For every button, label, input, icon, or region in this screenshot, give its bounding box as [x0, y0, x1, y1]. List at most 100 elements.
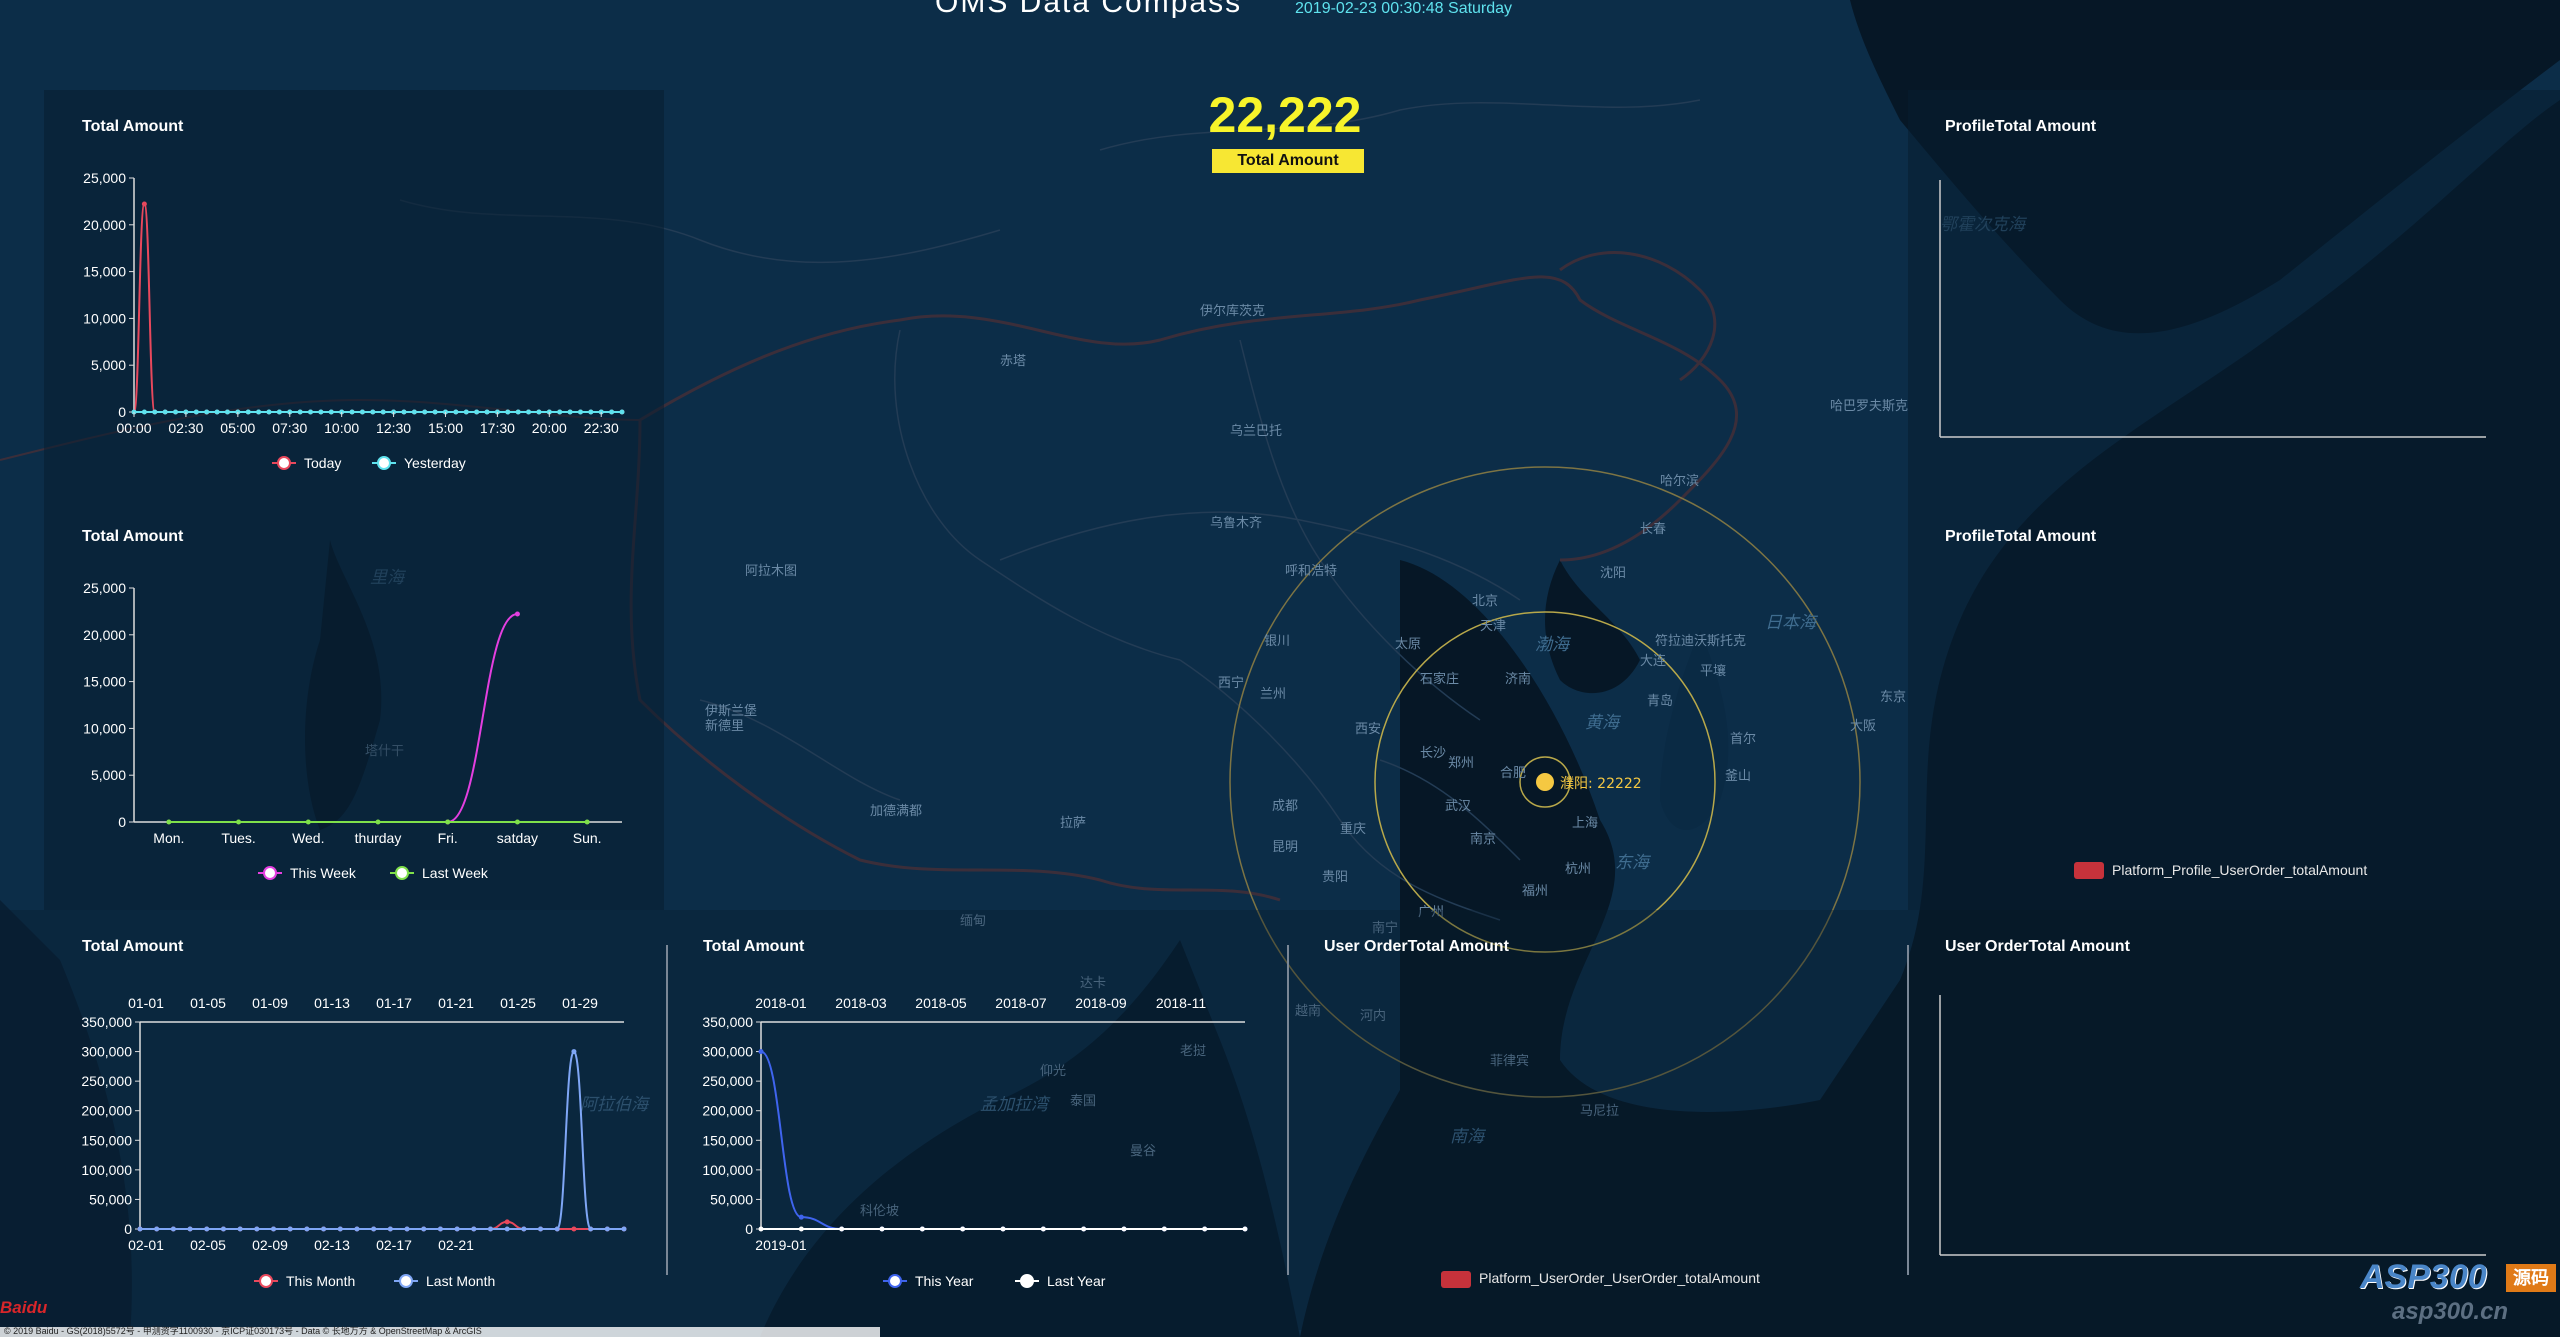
data-point [236, 819, 242, 825]
empty-chart-profile-1[interactable] [1930, 170, 2490, 450]
top-tick-label: 2018-01 [755, 995, 807, 1011]
legend-label: Today [304, 455, 341, 471]
data-point [266, 409, 272, 415]
top-tick-label: 01-01 [128, 995, 164, 1011]
map-marker[interactable] [1536, 773, 1554, 791]
legend-label: This Month [286, 1273, 355, 1289]
data-point [454, 1226, 460, 1232]
y-tick-label: 250,000 [81, 1073, 132, 1089]
data-point [515, 409, 521, 415]
top-tick-label: 2018-09 [1075, 995, 1127, 1011]
legend-label-profile[interactable]: Platform_Profile_UserOrder_totalAmount [2112, 862, 2367, 878]
map-place-label: 渤海 [1535, 635, 1569, 655]
data-point [380, 409, 386, 415]
map-place-label: 釜山 [1725, 769, 1752, 784]
data-point [609, 409, 615, 415]
map-place-label: 成都 [1272, 799, 1299, 814]
empty-chart-userorder-2[interactable] [1930, 990, 2490, 1260]
legend-marker [1020, 1274, 1034, 1288]
map-place-label: 符拉迪沃斯托克 [1655, 634, 1747, 649]
data-point [370, 409, 376, 415]
map-place-label: 乌鲁木齐 [1210, 516, 1263, 531]
data-point [276, 409, 282, 415]
x-tick-label: 02-13 [314, 1237, 350, 1253]
legend-label-userorder[interactable]: Platform_UserOrder_UserOrder_totalAmount [1479, 1270, 1760, 1286]
y-tick-label: 15,000 [83, 264, 126, 280]
header-datetime: 2019-02-23 00:30:48 Saturday [1295, 0, 1513, 17]
data-point [798, 1214, 804, 1220]
map-place-label: 武汉 [1445, 799, 1472, 814]
data-point [305, 819, 311, 825]
x-tick-label: 02-21 [438, 1237, 474, 1253]
y-tick-label: 150,000 [81, 1132, 132, 1148]
data-point [422, 409, 428, 415]
data-point [437, 1226, 443, 1232]
x-tick-label: Tues. [221, 830, 256, 846]
y-tick-label: 20,000 [83, 217, 126, 233]
chart-today-yesterday[interactable]: 0 5,000 10,000 15,000 20,000 25,000 Today Yeste… [44, 140, 664, 485]
data-point [154, 1226, 160, 1232]
series-line [140, 1220, 624, 1230]
map-place-label: 大阪 [1850, 719, 1877, 734]
legend-marker [259, 1274, 273, 1288]
data-point [214, 409, 220, 415]
series-line [133, 203, 622, 413]
top-tick-label: 2018-05 [915, 995, 967, 1011]
data-point [173, 409, 179, 415]
x-tick-label: 00:00 [116, 420, 151, 436]
legend-swatch-userorder[interactable] [1441, 1271, 1471, 1288]
data-point [536, 409, 542, 415]
x-tick-label: 2019-01 [755, 1237, 807, 1253]
data-point [152, 409, 158, 415]
data-point [387, 1226, 393, 1232]
panel-title-month: Total Amount [82, 938, 184, 955]
data-point [359, 409, 365, 415]
data-point [798, 1226, 804, 1232]
map-place-label: 平壤 [1700, 664, 1727, 679]
map-place-label: 昆明 [1272, 840, 1299, 855]
data-point [318, 409, 324, 415]
data-point [1000, 1226, 1006, 1232]
x-tick-label: 02-05 [190, 1237, 226, 1253]
map-place-label: 大连 [1640, 654, 1667, 669]
divider [1907, 945, 1909, 1275]
chart-week[interactable]: 0 5,000 10,000 15,000 20,000 25,000 This Week L… [44, 550, 664, 895]
dashboard: 北京 天津 渤海 黄海 东海 日本海 南海 武汉 西安 长沙 重庆 成都 南京 上海 沈阳 长春 哈尔滨 乌鲁木齐… [0, 0, 2560, 1337]
map-marker-label: 濮阳: 22222 [1560, 776, 1642, 792]
y-tick-label: 0 [118, 404, 126, 420]
x-tick-label: 20:00 [532, 420, 567, 436]
data-point [432, 409, 438, 415]
legend-label: Last Year [1047, 1273, 1106, 1289]
chart-year[interactable]: 0 50,000 100,000 150,000 200,000 250,000 300,0… [665, 960, 1285, 1300]
y-tick-label: 350,000 [81, 1014, 132, 1030]
y-tick-label: 50,000 [710, 1191, 753, 1207]
x-tick-label: Sun. [573, 830, 602, 846]
data-point [571, 1226, 577, 1232]
y-tick-label: 25,000 [83, 170, 126, 186]
legend-marker [395, 866, 409, 880]
data-point [453, 409, 459, 415]
data-point [567, 409, 573, 415]
y-tick-label: 5,000 [91, 767, 126, 783]
x-tick-label: 10:00 [324, 420, 359, 436]
data-point [321, 1226, 327, 1232]
y-tick-label: 20,000 [83, 627, 126, 643]
top-tick-label: 2018-03 [835, 995, 887, 1011]
map-place-label: 首尔 [1730, 732, 1757, 747]
panel-title-userorder-1: User OrderTotal Amount [1324, 938, 1509, 955]
baidu-logo[interactable]: Baidu [0, 1298, 47, 1318]
map-place-label: 日本海 [1765, 613, 1816, 633]
y-tick-label: 0 [745, 1221, 753, 1237]
data-point [557, 409, 563, 415]
legend-swatch-profile[interactable] [2074, 862, 2104, 879]
x-tick-label: 17:30 [480, 420, 515, 436]
data-point [521, 1226, 527, 1232]
y-tick-label: 300,000 [702, 1044, 753, 1060]
data-point [839, 1226, 845, 1232]
map-place-label: 兰州 [1260, 687, 1287, 702]
data-point [204, 409, 210, 415]
chart-month[interactable]: 0 50,000 100,000 150,000 200,000 250,000 300,0… [44, 960, 664, 1300]
data-point [474, 409, 480, 415]
data-point [349, 409, 355, 415]
kpi-value: 22,222 [1208, 87, 1362, 143]
